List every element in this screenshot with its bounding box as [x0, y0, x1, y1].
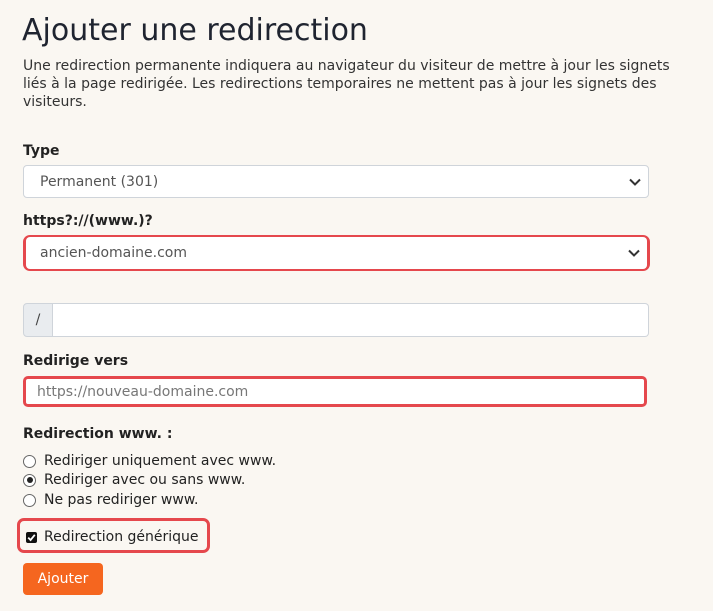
checkmark-icon — [27, 534, 36, 542]
page-title: Ajouter une redirection — [22, 13, 368, 48]
wildcard-checkbox[interactable] — [26, 532, 37, 543]
path-prefix: / — [23, 303, 53, 337]
www-redirect-label: Redirection www. : — [23, 426, 173, 442]
add-redirect-page: Ajouter une redirection Une redirection … — [0, 0, 713, 611]
type-select-value: Permanent (301) — [40, 173, 159, 190]
intro-text: Une redirection permanente indiquera au … — [23, 58, 670, 110]
type-label: Type — [23, 143, 60, 159]
path-input[interactable] — [53, 303, 649, 337]
www-option-only-www[interactable]: Rediriger uniquement avec www. — [23, 452, 276, 470]
wildcard-redirect-option[interactable]: Redirection générique — [17, 518, 210, 553]
target-label: Redirige vers — [23, 353, 129, 369]
domain-select[interactable]: ancien-domaine.com — [26, 237, 647, 269]
radio-button[interactable] — [23, 454, 36, 468]
target-url-input[interactable]: https://nouveau-domaine.com — [23, 376, 647, 407]
www-option-label: Ne pas rediriger www. — [44, 492, 199, 508]
radio-button-selected[interactable] — [23, 473, 36, 487]
chevron-down-icon — [628, 249, 640, 257]
www-option-with-or-without[interactable]: Rediriger avec ou sans www. — [23, 471, 245, 489]
wildcard-label: Redirection générique — [44, 529, 199, 545]
domain-label: https?://(www.)? — [23, 213, 153, 229]
www-option-label: Rediriger uniquement avec www. — [44, 453, 277, 469]
path-input-group: / — [23, 303, 649, 337]
add-button[interactable]: Ajouter — [23, 563, 103, 595]
www-option-label: Rediriger avec ou sans www. — [44, 472, 246, 488]
radio-button[interactable] — [23, 493, 36, 507]
www-option-no-redirect[interactable]: Ne pas rediriger www. — [23, 491, 198, 509]
domain-select-value: ancien-domaine.com — [40, 245, 187, 261]
type-select[interactable]: Permanent (301) — [23, 165, 649, 198]
target-url-placeholder: https://nouveau-domaine.com — [37, 383, 249, 400]
chevron-down-icon — [629, 178, 641, 186]
